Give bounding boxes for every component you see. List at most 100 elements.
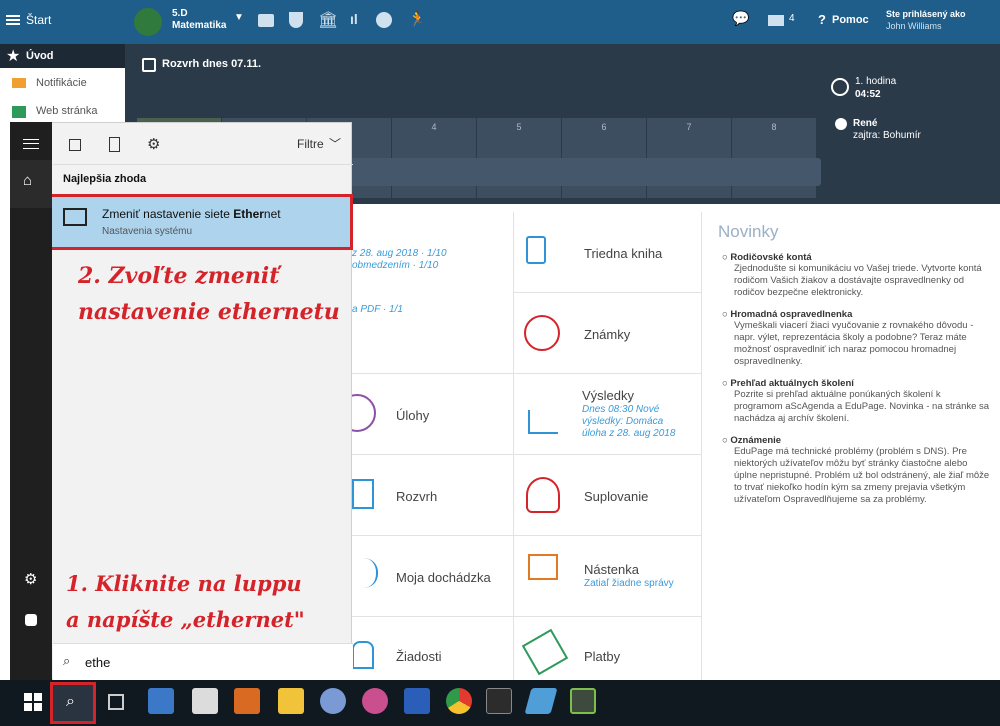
request-icon xyxy=(352,641,374,669)
filter-button[interactable]: Filtre xyxy=(297,137,324,151)
news-item-title[interactable]: ○ Rodičovské kontá xyxy=(722,252,990,263)
sidebar: Notifikácie Web stránka xyxy=(0,68,125,124)
hamburger-icon[interactable] xyxy=(6,15,20,25)
tile-label: Úlohy xyxy=(396,408,430,423)
paint-icon[interactable] xyxy=(320,688,346,714)
clock-icon xyxy=(831,78,849,96)
class-avatar[interactable] xyxy=(134,8,162,36)
tile-label: Známky xyxy=(584,327,631,342)
mail-icon[interactable] xyxy=(768,15,784,26)
home-button[interactable]: ⌂ xyxy=(10,160,52,208)
outlook-icon[interactable] xyxy=(234,688,260,714)
tile-ziadosti[interactable]: Žiadosti xyxy=(352,617,514,680)
payment-icon xyxy=(521,628,569,676)
tile-sub: úloha z 28. aug 2018 xyxy=(582,428,676,439)
tile-nastenka[interactable]: Nástenka Zatiaľ žiadne správy xyxy=(514,536,702,617)
top-bar: Štart 5.D Matematika ▼ 🏛 ıl 🏃 💬 4 ? Pomo… xyxy=(0,0,1000,44)
period-number: 4 xyxy=(431,122,437,132)
word-icon[interactable] xyxy=(404,688,430,714)
book-icon xyxy=(526,236,546,264)
home-icon: ⌂ xyxy=(23,172,33,189)
timetable-icon xyxy=(352,479,374,509)
shield-icon[interactable] xyxy=(289,12,303,28)
substitute-icon xyxy=(526,477,560,513)
timetable-title: Rozvrh dnes 07.11. xyxy=(162,58,262,70)
chat-icon[interactable]: 💬 xyxy=(732,10,749,27)
gear-icon[interactable]: ⚙ xyxy=(147,135,160,153)
sidebar-item-uvod[interactable]: ★ Úvod xyxy=(0,44,125,68)
current-period: 1. hodina xyxy=(855,76,897,87)
news-item-title[interactable]: ○ Prehľad aktuálnych školení xyxy=(722,378,990,389)
tile-triedna-kniha[interactable]: Triedna kniha xyxy=(514,212,702,293)
palette-icon[interactable] xyxy=(376,12,392,28)
folder-icon[interactable] xyxy=(278,688,304,714)
result-subtitle: Nastavenia systému xyxy=(102,226,193,237)
annotation-step-1: 1. Kliknite na luppu a napíšte „ethernet… xyxy=(66,566,305,638)
chrome-icon[interactable] xyxy=(446,688,472,714)
calendar-icon xyxy=(142,58,156,72)
result-title: Zmeniť nastavenie siete Ethernet xyxy=(102,207,281,221)
building-icon[interactable]: 🏛 xyxy=(318,10,338,30)
tile-suplovanie[interactable]: Suplovanie xyxy=(514,455,702,536)
tile-sub: obmedzením · 1/10 xyxy=(352,260,439,271)
tile-platby[interactable]: Platby xyxy=(514,617,702,680)
period-number: 8 xyxy=(771,122,777,132)
tile-sub: a PDF · 1/1 xyxy=(352,304,403,315)
sidebar-item-label: Úvod xyxy=(26,50,54,62)
briefcase-icon[interactable] xyxy=(258,14,274,27)
chevron-down-icon[interactable]: ▼ xyxy=(234,12,244,23)
tile-sub: Dnes 08:30 Nové xyxy=(582,404,660,415)
tile-ulohy[interactable]: Úlohy xyxy=(338,374,514,455)
help-icon[interactable]: ? xyxy=(818,12,826,27)
hamburger-icon[interactable] xyxy=(23,139,39,149)
tile-dochadzka[interactable]: Moja dochádzka xyxy=(352,536,514,617)
tile-label: Suplovanie xyxy=(584,489,649,504)
annotation-line: 1. Kliknite na luppu xyxy=(66,571,302,596)
news-item-title[interactable]: ○ Oznámenie xyxy=(722,435,990,446)
tile-vysledky[interactable]: Výsledky Dnes 08:30 Nové výsledky: Domác… xyxy=(514,374,702,455)
search-box[interactable]: ⌕ ethe xyxy=(53,643,353,681)
tile-label: Rozvrh xyxy=(396,489,438,504)
calculator-icon[interactable] xyxy=(192,688,218,714)
search-icon: ⌕ xyxy=(66,693,75,710)
nameday-tomorrow: zajtra: Bohumír xyxy=(853,130,921,141)
search-button[interactable]: ⌕ xyxy=(50,682,96,724)
tile-rozvrh[interactable]: Rozvrh xyxy=(352,455,514,536)
search-input[interactable]: ethe xyxy=(85,655,110,670)
chevron-down-icon[interactable]: ﹀ xyxy=(329,135,341,152)
user-icon[interactable] xyxy=(25,614,37,626)
running-icon[interactable]: 🏃 xyxy=(408,10,427,28)
search-icon: ⌕ xyxy=(63,653,71,668)
tile-partial-1[interactable]: z 28. aug 2018 · 1/10 obmedzením · 1/10 … xyxy=(352,212,514,374)
3cx-icon[interactable] xyxy=(486,688,512,714)
star-icon: ★ xyxy=(6,48,21,65)
apps-icon[interactable] xyxy=(69,139,81,151)
windows-start-icon[interactable] xyxy=(24,693,42,711)
snipping-tool-icon[interactable] xyxy=(362,688,388,714)
tile-znamky[interactable]: Známky xyxy=(514,293,702,374)
network-icon xyxy=(63,208,87,226)
divider xyxy=(53,164,353,165)
task-view-icon[interactable] xyxy=(108,694,124,710)
class-subject[interactable]: Matematika xyxy=(172,20,226,31)
sidebar-item-web[interactable]: Web stránka xyxy=(36,105,98,117)
settings-icon[interactable]: ⚙ xyxy=(24,570,37,588)
save-app-icon[interactable] xyxy=(148,688,174,714)
sidebar-item-notifikacie[interactable]: Notifikácie xyxy=(36,77,87,89)
start-label[interactable]: Štart xyxy=(26,13,51,27)
edupage-icon[interactable] xyxy=(570,688,596,714)
news-item-title[interactable]: ○ Hromadná ospravedlnenka xyxy=(722,309,990,320)
tile-label: Platby xyxy=(584,649,621,664)
user-name[interactable]: John Williams xyxy=(886,21,942,31)
class-name[interactable]: 5.D xyxy=(172,8,188,19)
start-sidebar: ⌂ ⚙ xyxy=(10,122,52,680)
best-match-result[interactable]: Zmeniť nastavenie siete Ethernet Nastave… xyxy=(49,194,353,250)
document-icon[interactable] xyxy=(109,137,120,152)
help-label[interactable]: Pomoc xyxy=(832,14,869,26)
tile-sub: z 28. aug 2018 · 1/10 xyxy=(352,248,447,259)
news-item-body: EduPage má technické problémy (problém s… xyxy=(734,446,990,505)
bar-chart-icon xyxy=(528,410,558,434)
chart-icon[interactable]: ıl xyxy=(350,11,358,27)
notification-icon xyxy=(12,78,26,88)
period-number: 5 xyxy=(516,122,522,132)
